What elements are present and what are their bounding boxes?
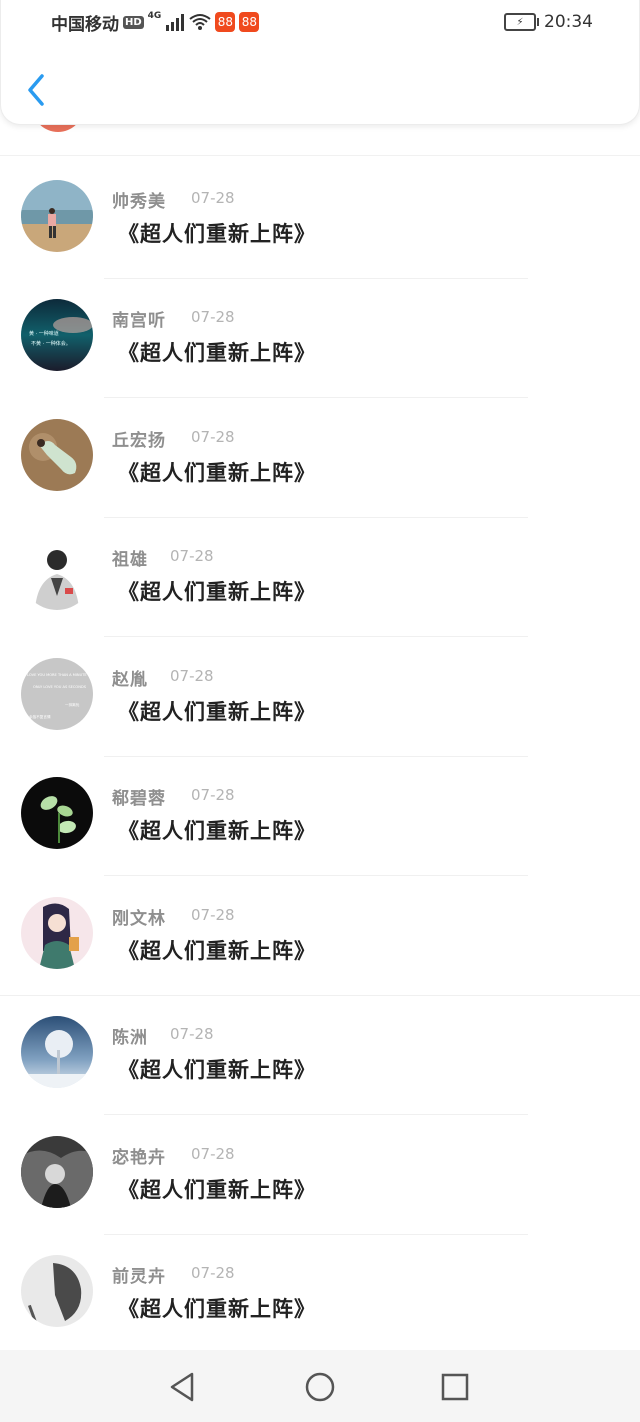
system-nav-bar	[0, 1350, 640, 1422]
avatar[interactable]	[21, 897, 93, 969]
message-date: 07-28	[191, 1264, 235, 1282]
avatar[interactable]	[21, 419, 93, 491]
message-date: 07-28	[191, 189, 235, 207]
divider	[0, 155, 640, 156]
list-item[interactable]: 宓艳卉 07-28 《超人们重新上阵》	[0, 1116, 640, 1236]
list-item[interactable]: 祖雄 07-28 《超人们重新上阵》	[0, 518, 640, 638]
chevron-left-icon	[28, 74, 44, 106]
wifi-icon	[189, 14, 211, 30]
status-bar-right: ⚡ 20:34	[504, 10, 593, 34]
network-label: 4G	[147, 11, 162, 21]
avatar-text: 余独不复言情	[29, 714, 51, 719]
divider	[104, 636, 528, 637]
sender-name: 赵胤	[112, 670, 148, 690]
nav-recents-button[interactable]	[438, 1370, 472, 1404]
nav-back-button[interactable]	[166, 1370, 200, 1404]
message-title[interactable]: 《超人们重新上阵》	[118, 1054, 316, 1084]
list-item[interactable]: 帅秀美 07-28 《超人们重新上阵》	[0, 160, 640, 280]
message-title[interactable]: 《超人们重新上阵》	[118, 457, 316, 487]
message-list[interactable]: 帅秀美 07-28 《超人们重新上阵》 黄 · 一种味道 不黄 · 一种体会。 …	[0, 0, 640, 1350]
sender-name: 陈洲	[112, 1028, 148, 1048]
list-item[interactable]: 前灵卉 07-28 《超人们重新上阵》	[0, 1235, 640, 1350]
avatar-text: LOVE YOU MORE THAN A MINUTE	[27, 673, 87, 677]
avatar[interactable]	[21, 1255, 93, 1327]
list-item[interactable]: 黄 · 一种味道 不黄 · 一种体会。 南宫听 07-28 《超人们重新上阵》	[0, 279, 640, 399]
triangle-back-icon	[170, 1372, 194, 1402]
avatar-text: 黄 · 一种味道	[29, 330, 59, 337]
status-bar-left: 中国移动 HD 4G 88 88	[51, 10, 260, 35]
square-recents-icon	[441, 1373, 469, 1401]
message-title[interactable]: 《超人们重新上阵》	[118, 696, 316, 726]
sender-name: 郗碧蓉	[112, 789, 166, 809]
avatar[interactable]: 黄 · 一种味道 不黄 · 一种体会。	[21, 299, 93, 371]
message-date: 07-28	[170, 1025, 214, 1043]
message-title[interactable]: 《超人们重新上阵》	[118, 1293, 316, 1323]
sender-name: 刚文林	[112, 909, 166, 929]
message-title[interactable]: 《超人们重新上阵》	[118, 1174, 316, 1204]
divider	[104, 397, 528, 398]
sender-name: 宓艳卉	[112, 1148, 166, 1168]
message-title[interactable]: 《超人们重新上阵》	[118, 815, 316, 845]
carrier-label: 中国移动	[51, 14, 119, 35]
sender-name: 前灵卉	[112, 1267, 166, 1287]
message-title[interactable]: 《超人们重新上阵》	[118, 935, 316, 965]
message-date: 07-28	[170, 547, 214, 565]
sender-name: 南宫听	[112, 311, 166, 331]
sender-name: 帅秀美	[112, 192, 166, 212]
app-notification-icon: 88	[215, 12, 236, 32]
message-title[interactable]: 《超人们重新上阵》	[118, 337, 316, 367]
clock: 20:34	[544, 12, 593, 32]
list-item[interactable]: 丘宏扬 07-28 《超人们重新上阵》	[0, 399, 640, 519]
avatar[interactable]	[21, 1016, 93, 1088]
avatar[interactable]: LOVE YOU MORE THAN A MINUTE ONLY LOVE YO…	[21, 658, 93, 730]
message-title[interactable]: 《超人们重新上阵》	[118, 218, 316, 248]
circle-home-icon	[305, 1372, 335, 1402]
divider	[104, 875, 528, 876]
back-button[interactable]	[19, 70, 53, 110]
app-notification-icon: 88	[239, 12, 260, 32]
avatar[interactable]	[21, 777, 93, 849]
battery-icon: ⚡	[504, 13, 539, 31]
sender-name: 祖雄	[112, 550, 148, 570]
avatar-text: 不黄 · 一种体会。	[31, 340, 71, 347]
avatar[interactable]	[21, 538, 93, 610]
sender-name: 丘宏扬	[112, 431, 166, 451]
avatar-text: 一抹离忧	[65, 702, 80, 707]
message-date: 07-28	[191, 786, 235, 804]
avatar[interactable]	[21, 1136, 93, 1208]
message-date: 07-28	[170, 667, 214, 685]
message-date: 07-28	[191, 906, 235, 924]
message-date: 07-28	[191, 428, 235, 446]
avatar-text: ONLY LOVE YOU AS SECONDS	[33, 685, 87, 689]
message-date: 07-28	[191, 308, 235, 326]
avatar[interactable]	[21, 180, 93, 252]
top-bar: 中国移动 HD 4G 88 88 ⚡ 20:34	[0, 0, 640, 125]
signal-icon	[166, 14, 185, 31]
list-item[interactable]: 刚文林 07-28 《超人们重新上阵》	[0, 877, 640, 997]
divider	[104, 1114, 528, 1115]
hd-badge: HD	[123, 15, 144, 29]
message-date: 07-28	[191, 1145, 235, 1163]
message-title[interactable]: 《超人们重新上阵》	[118, 576, 316, 606]
nav-home-button[interactable]	[303, 1370, 337, 1404]
list-item[interactable]: LOVE YOU MORE THAN A MINUTE ONLY LOVE YO…	[0, 638, 640, 758]
list-item[interactable]: 郗碧蓉 07-28 《超人们重新上阵》	[0, 757, 640, 877]
list-item[interactable]: 陈洲 07-28 《超人们重新上阵》	[0, 996, 640, 1116]
